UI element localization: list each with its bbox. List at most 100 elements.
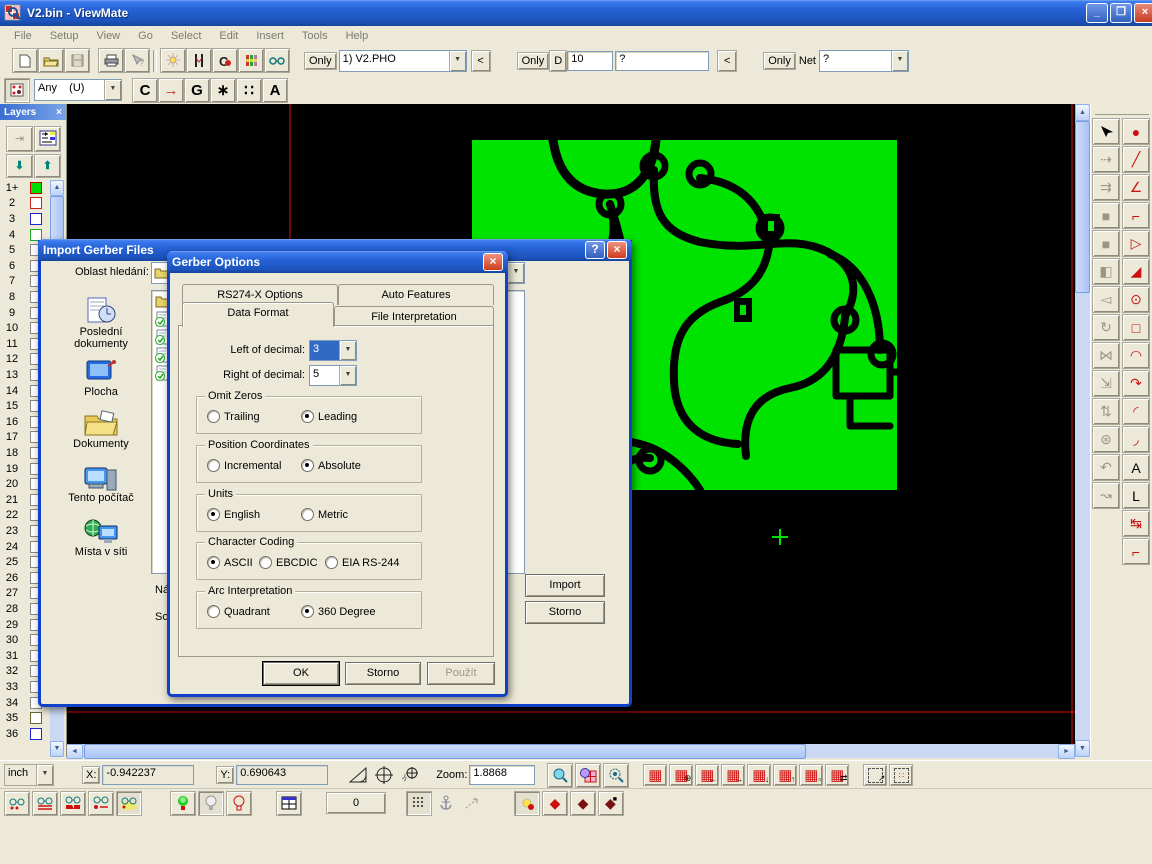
radio-incremental[interactable]: Incremental	[207, 459, 281, 472]
draw-corner-icon[interactable]: ⌐	[1122, 202, 1150, 229]
import-close-button[interactable]: ×	[607, 241, 627, 259]
menu-file[interactable]: File	[6, 28, 40, 44]
place-my-computer[interactable]: Tento počítač	[55, 464, 147, 504]
layer-color-swatch[interactable]	[30, 213, 42, 225]
table-setup-icon[interactable]	[276, 791, 302, 816]
radio-english[interactable]: English	[207, 508, 260, 521]
select-pattern-button[interactable]: ∷	[236, 78, 262, 103]
scroll-right-icon[interactable]: ►	[1058, 744, 1075, 759]
negative-pad-mode-icon[interactable]: ◆■	[598, 791, 624, 816]
filled-square-tool2-icon[interactable]: ■	[1092, 230, 1120, 257]
text-tool-icon[interactable]: A	[1122, 454, 1150, 481]
view-traces-icon[interactable]	[32, 791, 58, 816]
prev-layer-button[interactable]: <	[471, 50, 491, 72]
zoom-select-icon[interactable]	[603, 763, 629, 788]
draw-arc-chord-icon[interactable]: ◠	[1122, 342, 1150, 369]
select-gerber-button[interactable]: G	[184, 78, 210, 103]
layers-scroll-down-icon[interactable]: ▼	[50, 741, 64, 757]
filled-square-tool-icon[interactable]: ■	[1092, 202, 1120, 229]
dark-pad-mode-icon[interactable]: ◆	[570, 791, 596, 816]
draw-line-icon[interactable]: ╱	[1122, 146, 1150, 173]
layer-color-swatch[interactable]	[30, 182, 42, 194]
menu-insert[interactable]: Insert	[248, 28, 292, 44]
gerber-options-close-button[interactable]: ×	[483, 253, 503, 271]
right-of-decimal-combo[interactable]: 5 ▼	[309, 365, 357, 386]
select-component-button[interactable]: C	[132, 78, 158, 103]
draw-triangle-icon[interactable]: ◢	[1122, 258, 1150, 285]
open-file-button[interactable]	[38, 48, 64, 73]
menu-setup[interactable]: Setup	[42, 28, 87, 44]
radio-quadrant[interactable]: Quadrant	[207, 605, 270, 618]
select-mode-combo[interactable]: Any (U) ▼	[34, 79, 122, 101]
new-file-button[interactable]	[12, 48, 38, 73]
dcode-display-button[interactable]: C	[212, 48, 238, 73]
flash-mode-icon[interactable]	[514, 791, 540, 816]
copy-to-icon[interactable]: ⇉	[1092, 174, 1120, 201]
measure-tool-icon[interactable]: ↹	[1122, 510, 1150, 537]
radio-absolute[interactable]: Absolute	[301, 459, 361, 472]
horizontal-scroll-thumb[interactable]	[84, 744, 806, 759]
layer-color-swatch[interactable]	[30, 728, 42, 740]
menu-select[interactable]: Select	[163, 28, 210, 44]
chevron-down-icon[interactable]: ▼	[339, 341, 356, 360]
layer-color-swatch[interactable]	[30, 712, 42, 724]
dcode-input[interactable]: 10	[567, 51, 613, 71]
tab-file-interpretation[interactable]: File Interpretation	[334, 306, 494, 327]
bend-tool-icon[interactable]: ⌐	[1122, 538, 1150, 565]
layers-close-icon[interactable]: ×	[56, 107, 62, 118]
layer-combo[interactable]: 1) V2.PHO ▼	[339, 50, 467, 72]
undo-icon[interactable]: ↶	[1092, 454, 1120, 481]
window-resize-icon[interactable]: ↗	[863, 764, 887, 786]
minimize-button[interactable]: _	[1086, 3, 1108, 23]
radio-eia-rs244[interactable]: EIA RS-244	[325, 556, 399, 569]
draw-polyline-icon[interactable]: ∠	[1122, 174, 1150, 201]
transform-icon[interactable]: ↝	[1092, 482, 1120, 509]
highlight-flash-button[interactable]	[160, 48, 186, 73]
print-button[interactable]	[98, 48, 124, 73]
tab-data-format[interactable]: Data Format	[182, 302, 334, 327]
gerber-options-titlebar[interactable]: Gerber Options ×	[167, 251, 508, 273]
chevron-down-icon[interactable]: ▼	[507, 263, 524, 283]
pan-left-icon[interactable]: ▦←	[695, 764, 719, 786]
draw-rectangle-icon[interactable]: □	[1122, 314, 1150, 341]
pan-center-icon[interactable]: ▦⊕	[669, 764, 693, 786]
radio-trailing[interactable]: Trailing	[207, 410, 260, 423]
view-swap-icon[interactable]: ▦⇄	[825, 764, 849, 786]
flip-icon[interactable]: ◅	[1092, 286, 1120, 313]
left-of-decimal-combo[interactable]: 3 ▼	[309, 340, 357, 361]
chevron-down-icon[interactable]: ▼	[36, 765, 53, 785]
scroll-left-icon[interactable]: ◄	[66, 744, 83, 759]
snap-icon[interactable]: ⇲	[1092, 370, 1120, 397]
rotate-icon[interactable]: ↻	[1092, 314, 1120, 341]
pan-down-icon[interactable]: ▦↓	[747, 764, 771, 786]
place-recent-documents[interactable]: Poslední dokumenty	[55, 296, 147, 350]
vertical-scroll-thumb[interactable]	[1075, 121, 1090, 293]
pointer-tool-icon[interactable]	[1092, 118, 1120, 145]
cancel-button[interactable]: Storno	[345, 662, 421, 685]
layers-panel-titlebar[interactable]: Layers ×	[0, 104, 66, 120]
relative-origin-icon[interactable]	[398, 764, 422, 787]
close-button[interactable]: ×	[1134, 3, 1152, 23]
radio-metric[interactable]: Metric	[301, 508, 348, 521]
view-polygons-icon[interactable]	[60, 791, 86, 816]
layers-scroll-up-icon[interactable]: ▲	[50, 180, 64, 196]
horizontal-scrollbar[interactable]: ◄ ►	[66, 744, 1075, 758]
vertical-scrollbar[interactable]: ▲ ▼	[1075, 104, 1090, 757]
draw-arc-icon[interactable]: ↷	[1122, 370, 1150, 397]
lamp-off-icon[interactable]	[198, 791, 224, 816]
prev-dcode-button[interactable]: <	[717, 50, 737, 72]
chevron-down-icon[interactable]: ▼	[449, 51, 466, 71]
import-cancel-button[interactable]: Storno	[525, 601, 605, 624]
import-help-button[interactable]: ?	[585, 241, 605, 259]
pad-mode-icon[interactable]: ◆	[542, 791, 568, 816]
pan-up-icon[interactable]: ▦↑	[773, 764, 797, 786]
dcode-filter-input[interactable]: ?	[615, 51, 709, 71]
select-grid-button[interactable]	[4, 78, 30, 103]
snap-grid-dots-icon[interactable]	[406, 791, 432, 816]
pan-grid-icon[interactable]: ▦	[643, 764, 667, 786]
selection-area-icon[interactable]: ∷	[889, 764, 913, 786]
menu-help[interactable]: Help	[338, 28, 377, 44]
net-combo[interactable]: ? ▼	[819, 50, 909, 72]
maximize-button[interactable]: ❐	[1110, 3, 1132, 23]
scale-icon[interactable]: ⋈	[1092, 342, 1120, 369]
